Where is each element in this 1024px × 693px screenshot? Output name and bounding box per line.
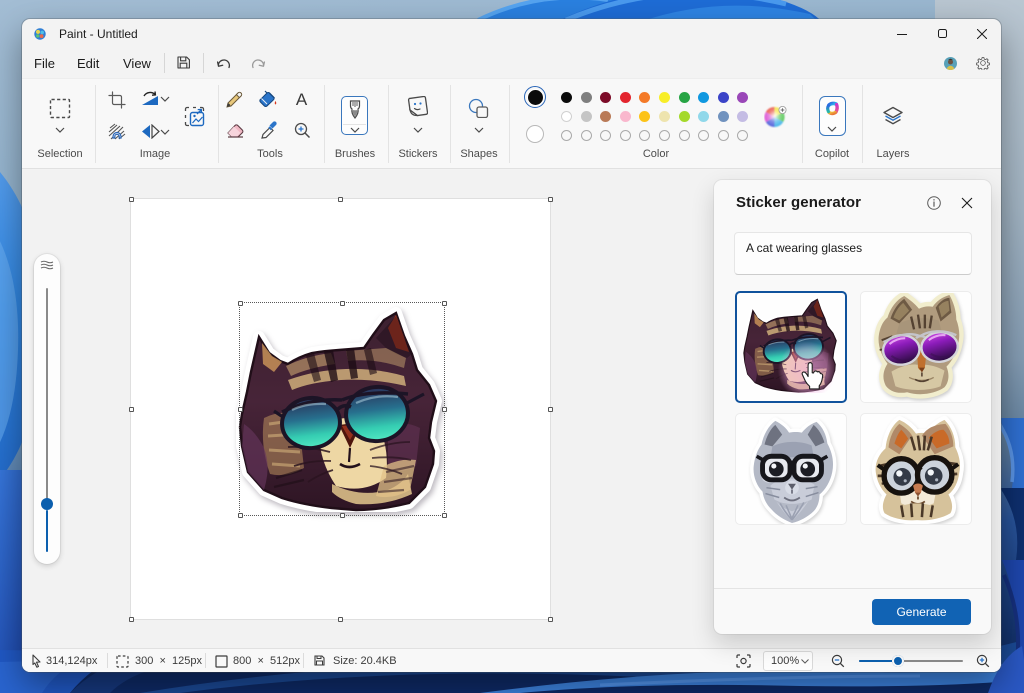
svg-text:A: A	[296, 90, 308, 108]
